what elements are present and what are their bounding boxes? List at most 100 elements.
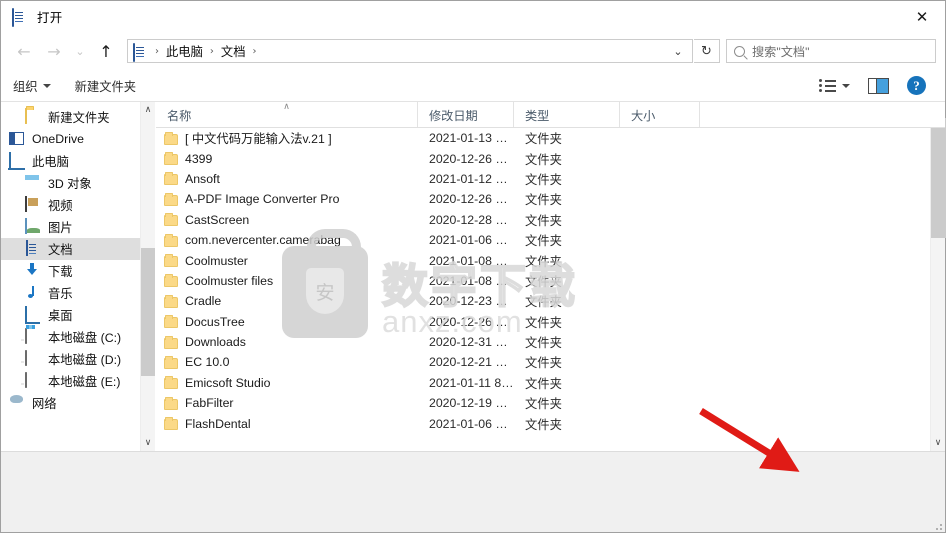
file-name-cell: Ansoft [156, 172, 418, 186]
search-input[interactable]: 搜索"文档" [726, 39, 936, 63]
sidebar-item-2[interactable]: 此电脑 [1, 150, 155, 172]
close-icon[interactable]: ✕ [899, 1, 945, 32]
sort-ascending-icon: ∧ [283, 102, 290, 112]
view-options-button[interactable] [810, 70, 859, 101]
sidebar-item-1[interactable]: OneDrive [1, 128, 155, 150]
file-type-cell: 文件夹 [525, 397, 562, 412]
table-row[interactable]: DocusTree 2020-12-26 10:02 文件夹 [156, 312, 945, 332]
file-name-label: Emicsoft Studio [185, 375, 271, 390]
documents-icon [133, 42, 148, 62]
scroll-up-icon[interactable]: ∧ [141, 102, 156, 118]
table-row[interactable]: EC 10.0 2020-12-21 10:30 文件夹 [156, 352, 945, 372]
file-name-label: CastScreen [185, 212, 250, 227]
scroll-down-icon[interactable]: ∨ [141, 435, 156, 451]
sidebar-item-12[interactable]: 本地磁盘 (E:) [1, 370, 155, 392]
sidebar-item-5[interactable]: 图片 [1, 216, 155, 238]
sidebar-scrollbar[interactable]: ∧ ∨ [140, 102, 155, 451]
file-name-cell: [ 中文代码万能输入法v.21 ] [156, 129, 418, 147]
sidebar-item-0[interactable]: 新建文件夹 [1, 106, 155, 128]
help-button[interactable]: ? [898, 70, 935, 101]
file-list-scroll-track[interactable] [930, 118, 946, 435]
table-row[interactable]: CastScreen 2020-12-28 13:33 文件夹 [156, 210, 945, 230]
sidebar-item-11[interactable]: 本地磁盘 (D:) [1, 348, 155, 370]
table-row[interactable]: [ 中文代码万能输入法v.21 ] 2021-01-13 10:52 文件夹 [156, 128, 945, 148]
up-button[interactable]: ↑ [91, 36, 121, 66]
folder-icon [164, 335, 178, 349]
file-name-label: Coolmuster [185, 253, 248, 268]
column-header-date[interactable]: 修改日期 [418, 102, 514, 127]
breadcrumb-item-documents[interactable]: 文档 [221, 42, 246, 60]
folder-icon [164, 396, 178, 410]
file-name-label: EC 10.0 [185, 355, 230, 370]
sidebar-item-4[interactable]: 视频 [1, 194, 155, 216]
column-header-type[interactable]: 类型 [514, 102, 620, 127]
sidebar-item-6[interactable]: 文档 [1, 238, 155, 260]
table-row[interactable]: Coolmuster files 2021-01-08 16:47 文件夹 [156, 271, 945, 291]
breadcrumb-separator: › [209, 45, 214, 57]
file-type-cell: 文件夹 [525, 376, 562, 391]
column-header-size[interactable]: 大小 [620, 102, 700, 127]
refresh-icon[interactable]: ↻ [694, 39, 720, 63]
chevron-down-icon [42, 83, 51, 88]
table-row[interactable]: Emicsoft Studio 2021-01-11 8:08 文件夹 [156, 373, 945, 393]
chevron-down-icon [842, 83, 850, 88]
table-row[interactable]: 4399 2020-12-26 16:32 文件夹 [156, 148, 945, 168]
sidebar-item-10[interactable]: 本地磁盘 (C:) [1, 326, 155, 348]
sidebar-item-label: 桌面 [48, 309, 73, 323]
sidebar-item-3[interactable]: 3D 对象 [1, 172, 155, 194]
folder-icon [164, 274, 178, 288]
file-type-cell: 文件夹 [525, 356, 562, 371]
file-type-cell: 文件夹 [525, 234, 562, 249]
sidebar-item-13[interactable]: 网络 [1, 392, 155, 414]
chevron-down-icon[interactable]: ⌄ [666, 40, 690, 62]
file-name-cell: Cradle [156, 294, 418, 308]
preview-pane-button[interactable] [859, 70, 898, 101]
sidebar-item-7[interactable]: 下载 [1, 260, 155, 282]
back-button[interactable]: ← [9, 36, 39, 66]
file-list-scrollbar[interactable]: ∧ ∨ [930, 102, 946, 451]
file-list-pane: ∧ 名称 修改日期 类型 大小 [ 中文代码万能输入法v.21 ] 2021-01… [156, 102, 946, 451]
scroll-down-icon[interactable]: ∨ [931, 435, 946, 451]
sidebar-scroll-thumb[interactable] [140, 248, 155, 376]
forward-button[interactable]: → [39, 36, 69, 66]
3d-objects-icon [25, 175, 41, 191]
file-name-label: Ansoft [185, 171, 220, 186]
file-name-label: Cradle [185, 294, 222, 309]
folder-icon [164, 131, 178, 145]
column-header-name[interactable]: ∧ 名称 [156, 102, 418, 127]
file-name-cell: Coolmuster [156, 254, 418, 268]
sidebar-item-9[interactable]: 桌面 [1, 304, 155, 326]
recent-locations-button[interactable]: ⌄ [69, 36, 91, 66]
breadcrumb[interactable]: › 此电脑 › 文档 › ⌄ [127, 39, 693, 63]
breadcrumb-item-this-pc[interactable]: 此电脑 [166, 42, 203, 60]
file-date-cell: 2021-01-13 10:52 [429, 131, 514, 146]
file-date-cell: 2020-12-26 17:07 [429, 192, 514, 207]
sidebar-scroll-track[interactable] [140, 118, 155, 435]
table-row[interactable]: Ansoft 2021-01-12 15:23 文件夹 [156, 169, 945, 189]
table-row[interactable]: Cradle 2020-12-23 14:24 文件夹 [156, 291, 945, 311]
new-folder-label: 新建文件夹 [74, 79, 137, 94]
title-bar: 打开 ✕ [1, 1, 945, 32]
window-title: 打开 [37, 11, 63, 25]
table-row[interactable]: FabFilter 2020-12-19 14:42 文件夹 [156, 393, 945, 413]
sidebar-item-8[interactable]: 音乐 [1, 282, 155, 304]
resize-grip[interactable] [932, 520, 942, 530]
organize-button[interactable]: 组织 [13, 70, 61, 101]
open-file-dialog: 打开 ✕ ← → ⌄ ↑ › 此电脑 › 文档 › ⌄ ↻ 搜索"文档" 组织 [0, 0, 946, 533]
table-row[interactable]: Downloads 2020-12-31 17:02 文件夹 [156, 332, 945, 352]
file-date-cell: 2020-12-28 13:33 [429, 212, 514, 227]
new-folder-button[interactable]: 新建文件夹 [75, 70, 147, 101]
file-date-cell: 2020-12-21 10:30 [429, 355, 514, 370]
organize-label: 组织 [13, 79, 38, 94]
column-header-date-label: 修改日期 [429, 108, 478, 123]
desktop-icon [25, 306, 41, 323]
table-row[interactable]: Coolmuster 2021-01-08 16:47 文件夹 [156, 250, 945, 270]
table-row[interactable]: com.nevercenter.camerabag 2021-01-06 14:4… [156, 230, 945, 250]
sidebar-item-label: 音乐 [48, 287, 73, 301]
table-row[interactable]: FlashDental 2021-01-06 10:04 文件夹 [156, 413, 945, 433]
navigation-bar: ← → ⌄ ↑ › 此电脑 › 文档 › ⌄ ↻ 搜索"文档" [1, 32, 945, 70]
table-row[interactable]: A-PDF Image Converter Pro 2020-12-26 17:0… [156, 189, 945, 209]
this-pc-icon [9, 152, 25, 169]
folder-icon [164, 355, 178, 369]
file-list-scroll-thumb[interactable] [930, 118, 946, 238]
